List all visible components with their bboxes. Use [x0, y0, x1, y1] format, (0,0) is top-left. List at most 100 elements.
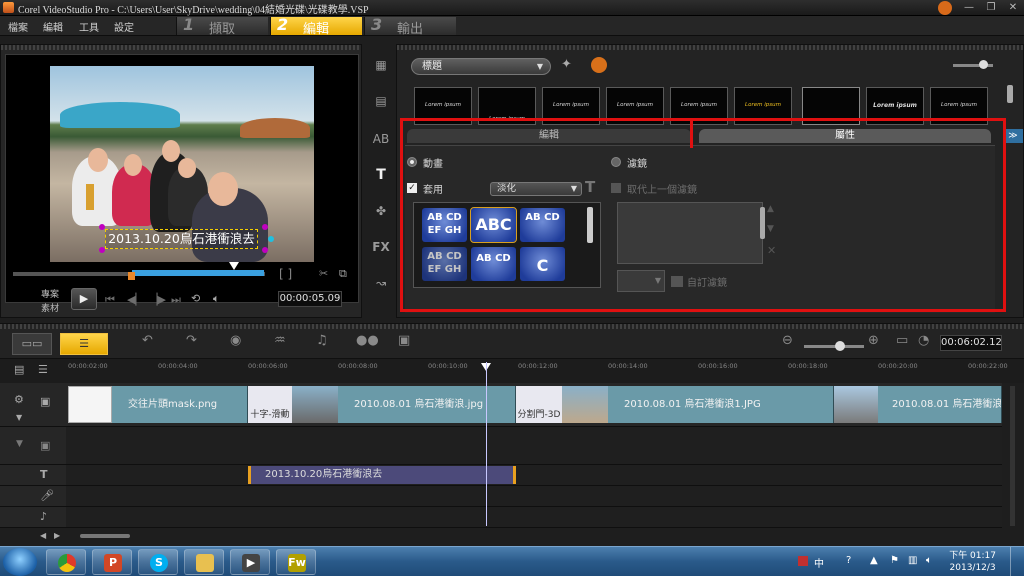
chrome-app[interactable]	[46, 549, 86, 575]
transition-clip[interactable]: 分割門-3D	[516, 386, 562, 423]
preview-timecode[interactable]: 00:00:05.09	[278, 291, 342, 307]
help-icon[interactable]	[938, 1, 952, 15]
trim-range[interactable]	[132, 270, 264, 276]
scroll-right-icon[interactable]: ▶	[54, 531, 60, 540]
track-manager-icon[interactable]: ▤	[14, 363, 24, 376]
show-desktop-button[interactable]	[1010, 547, 1024, 576]
graphic-icon[interactable]: ✤	[371, 202, 391, 220]
restore-icon[interactable]: ❐	[982, 1, 1000, 14]
vertical-scrollbar[interactable]	[1010, 386, 1015, 526]
add-favorite-icon[interactable]: ✦	[561, 57, 572, 72]
resize-handle[interactable]	[262, 247, 268, 253]
mode-project[interactable]: 專案	[41, 287, 59, 300]
panel-grip[interactable]	[0, 324, 1022, 329]
rotate-handle[interactable]	[268, 236, 274, 242]
timeline-playhead[interactable]	[486, 362, 487, 526]
panel-grip[interactable]	[1, 45, 361, 50]
mode-clip[interactable]: 素材	[41, 301, 59, 314]
voice-track[interactable]	[66, 486, 1002, 507]
category-dropdown[interactable]: 標題 ▼	[411, 58, 551, 75]
powerpoint-app[interactable]: P	[92, 549, 132, 575]
zoom-slider-knob[interactable]	[835, 341, 845, 351]
panel-grip[interactable]	[397, 45, 1023, 50]
menu-edit[interactable]: 編輯	[43, 19, 63, 34]
project-duration[interactable]: 00:06:02.12	[940, 335, 1002, 351]
menu-tools[interactable]: 工具	[79, 19, 99, 34]
fit-project-icon[interactable]: ▭	[896, 333, 908, 348]
ime-indicator[interactable]: 中	[814, 555, 824, 570]
video-clip[interactable]: 2010.08.01 烏石港衝浪.jpg	[338, 386, 516, 423]
step-edit[interactable]: 2 編輯	[270, 15, 362, 37]
timeline-ruler[interactable]: ▤ ☰ 00:00:02:00 00:00:04:00 00:00:06:00 …	[0, 359, 1024, 383]
play-button[interactable]: ▶	[71, 288, 97, 310]
home-icon[interactable]: ⏮	[105, 293, 115, 307]
expand-tray-icon[interactable]: ▲	[870, 555, 878, 566]
auto-music-icon[interactable]: ♫	[316, 333, 328, 348]
subtitle-icon[interactable]: ▣	[398, 333, 410, 348]
transition-clip[interactable]: 十字-滑動	[248, 386, 292, 423]
menu-file[interactable]: 檔案	[8, 19, 28, 34]
title-clip[interactable]: 2013.10.20烏石港衝浪去	[248, 466, 516, 484]
resize-handle[interactable]	[99, 247, 105, 253]
mark-brackets[interactable]: [ ]	[279, 267, 292, 281]
sound-mixer-icon[interactable]: ♒	[274, 333, 286, 348]
network-icon[interactable]: ▥	[908, 555, 917, 566]
chapter-icon[interactable]: ☰	[38, 363, 48, 376]
menu-settings[interactable]: 設定	[114, 19, 134, 34]
video-track[interactable]: 交往片頭mask.png 十字-滑動 2010.08.01 烏石港衝浪.jpg …	[66, 383, 1002, 427]
zoom-out-icon[interactable]: ⊖	[782, 333, 793, 348]
scroll-left-icon[interactable]: ◀	[40, 531, 46, 540]
videostudio-app[interactable]: ▶	[230, 549, 270, 575]
clock[interactable]: 下午 01:17 2013/12/3	[949, 550, 996, 574]
minimize-icon[interactable]: —	[960, 1, 978, 14]
scrubber-handle[interactable]	[229, 262, 239, 270]
expand-icon[interactable]: ▼	[16, 413, 22, 422]
video-clip[interactable]: 2010.08.01 烏石港衝浪	[878, 386, 1002, 423]
instant-project-icon[interactable]: ▤	[371, 92, 391, 110]
storyboard-view-icon[interactable]: ▭▭	[12, 333, 52, 355]
fireworks-app[interactable]: Fw	[276, 549, 316, 575]
mark-in-handle[interactable]	[128, 272, 135, 280]
flag-icon[interactable]: ⚑	[890, 555, 899, 566]
timeline-scrollbar[interactable]	[80, 534, 130, 538]
path-icon[interactable]: ↝	[371, 274, 391, 292]
ime-flag-icon[interactable]	[798, 556, 808, 566]
next-frame-icon[interactable]: ▕▶	[149, 293, 166, 306]
collapse-options-icon[interactable]: ≫	[1003, 129, 1023, 143]
track-settings-icon[interactable]: ⚙	[14, 393, 24, 406]
undo-icon[interactable]: ↶	[142, 333, 153, 348]
record-capture-icon[interactable]: ◉	[230, 333, 241, 348]
end-icon[interactable]: ⏭	[171, 293, 181, 307]
step-capture[interactable]: 1 擷取	[176, 15, 268, 37]
title-icon[interactable]: T	[371, 166, 391, 184]
import-icon[interactable]	[591, 57, 607, 73]
step-share[interactable]: 3 輸出	[364, 15, 456, 37]
resize-handle[interactable]	[262, 224, 268, 230]
enlarge-icon[interactable]: ⧉	[339, 267, 347, 281]
cut-icon[interactable]: ✂	[319, 267, 328, 280]
help-tray-icon[interactable]: ?	[846, 555, 851, 566]
title-overlay[interactable]: 2013.10.20烏石港衝浪去	[105, 229, 258, 249]
volume-tray-icon[interactable]: 🔈︎	[926, 555, 932, 566]
zoom-in-icon[interactable]: ⊕	[868, 333, 879, 348]
zoom-slider[interactable]	[804, 345, 864, 348]
library-scrollbar[interactable]	[1007, 85, 1013, 103]
close-icon[interactable]: ✕	[1004, 1, 1022, 14]
motion-tracking-icon[interactable]: ●●	[356, 333, 379, 348]
explorer-app[interactable]	[184, 549, 224, 575]
transition-icon[interactable]: AB	[371, 130, 391, 148]
start-button[interactable]	[3, 548, 37, 576]
fx-icon[interactable]: FX	[371, 238, 391, 256]
overlay-track[interactable]	[66, 427, 1002, 465]
media-icon[interactable]: ▦	[371, 56, 391, 74]
repeat-icon[interactable]: ⟲	[191, 292, 200, 305]
volume-icon[interactable]: 🔈︎	[213, 292, 220, 306]
resize-handle[interactable]	[99, 224, 105, 230]
video-clip[interactable]: 交往片頭mask.png	[112, 386, 248, 423]
prev-frame-icon[interactable]: ◀▏	[127, 293, 144, 306]
video-clip[interactable]: 2010.08.01 烏石港衝浪1.JPG	[608, 386, 834, 423]
redo-icon[interactable]: ↷	[186, 333, 197, 348]
slider-knob[interactable]	[979, 60, 988, 69]
music-track[interactable]	[66, 507, 1002, 528]
expand-icon[interactable]: ▼	[16, 439, 23, 449]
